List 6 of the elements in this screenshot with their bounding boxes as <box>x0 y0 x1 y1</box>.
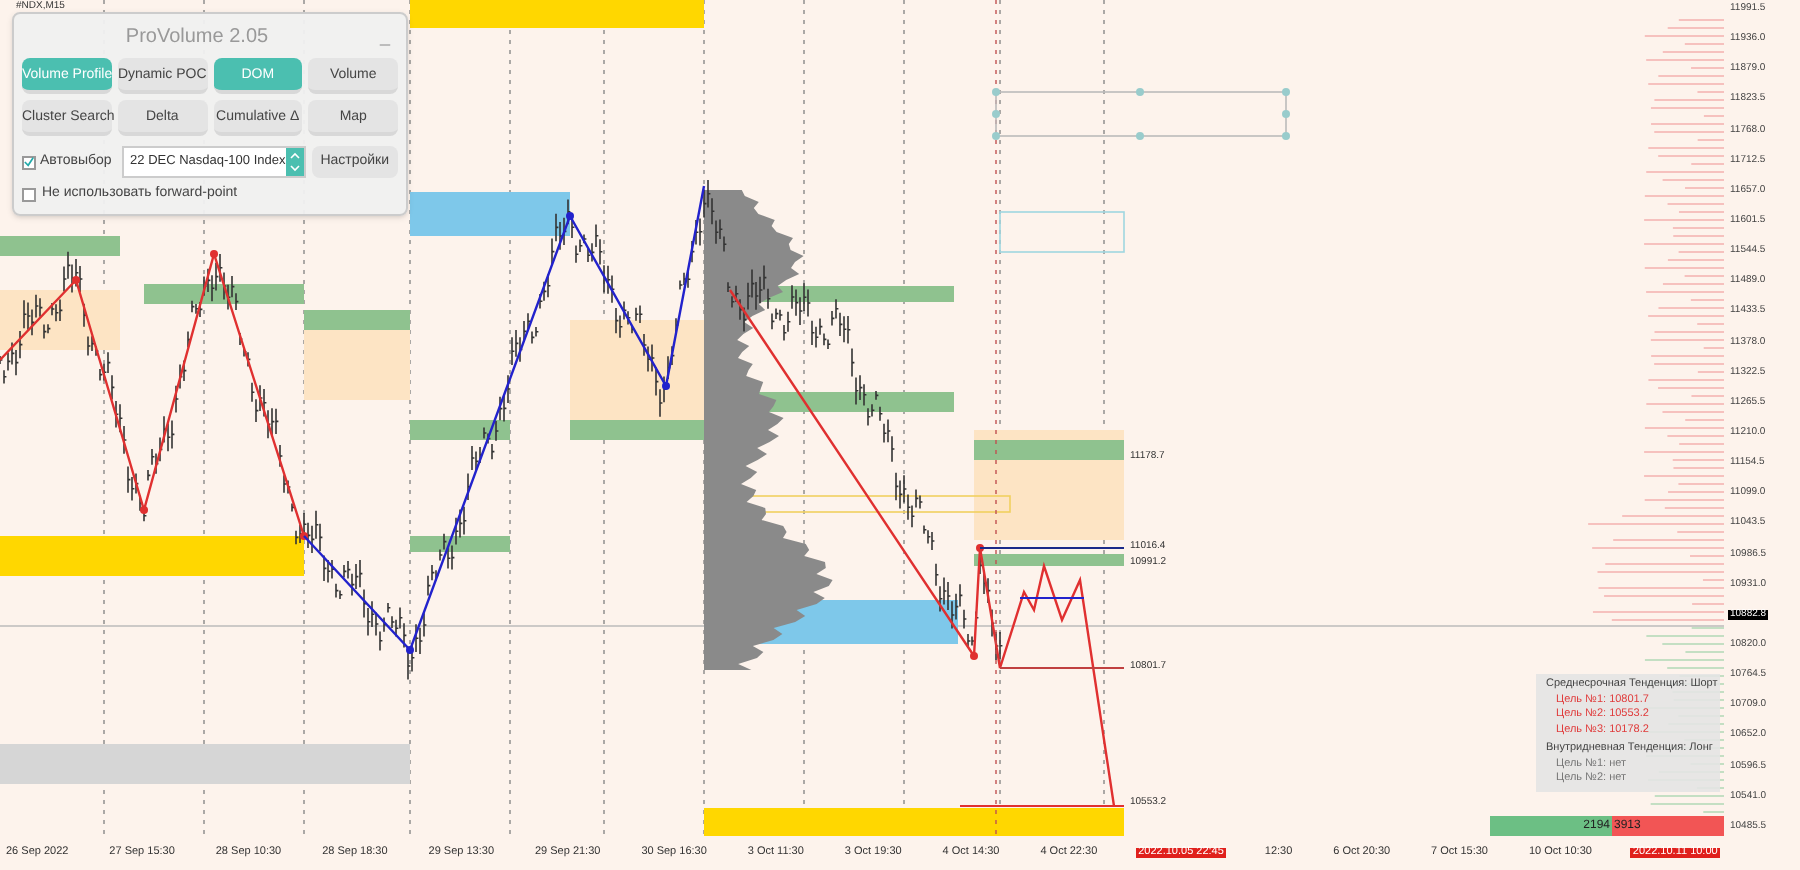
spinner-icon <box>285 148 304 176</box>
autoselect-checkbox[interactable] <box>22 155 36 169</box>
panel-title: ProVolume 2.05 <box>123 24 271 52</box>
check-icon <box>24 156 34 168</box>
selection-frame[interactable] <box>992 88 1290 140</box>
forward-point-checkbox[interactable] <box>22 187 36 202</box>
